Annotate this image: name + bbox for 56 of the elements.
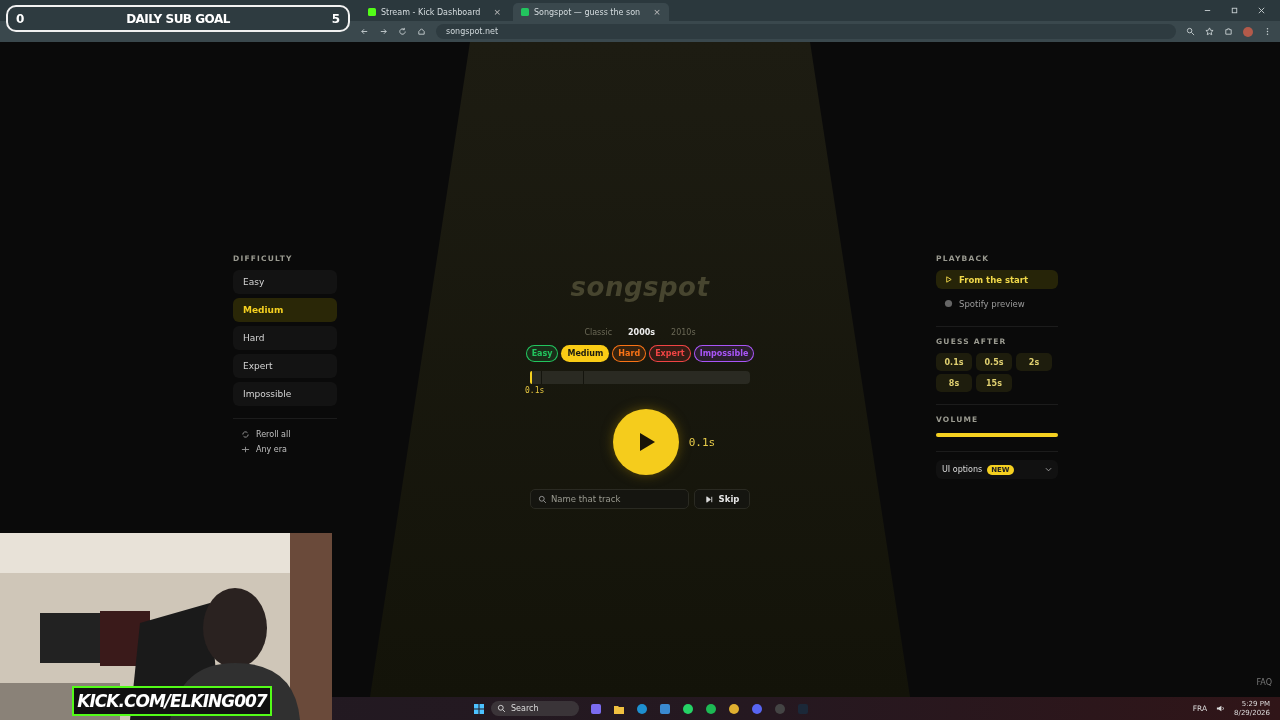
difficulty-option[interactable]: Hard — [233, 326, 337, 350]
favicon-icon — [368, 8, 376, 16]
difficulty-option[interactable]: Medium — [233, 298, 337, 322]
back-icon — [360, 27, 369, 36]
playback-option[interactable]: From the start — [936, 270, 1058, 289]
chevron-icon — [1045, 467, 1052, 472]
guess-time-option[interactable]: 15s — [976, 374, 1012, 392]
search-icon — [538, 495, 547, 504]
difficulty-chip[interactable]: Medium — [561, 345, 610, 362]
difficulty-chip[interactable]: Hard — [612, 345, 647, 362]
maximize-icon — [1230, 6, 1239, 15]
play-duration: 0.1s — [688, 435, 716, 449]
circle-icon — [944, 299, 953, 308]
favicon-icon — [520, 8, 529, 16]
era-tab[interactable]: 2000s — [628, 328, 656, 337]
zoom-icon — [1186, 27, 1195, 36]
playback-option[interactable]: Spotify preview — [936, 294, 1058, 313]
address-bar[interactable]: songspot.net — [436, 24, 1176, 39]
play-icon — [944, 275, 953, 284]
browser-tab[interactable]: Stream - Kick Dashboard × — [360, 3, 509, 21]
difficulty-option[interactable]: Easy — [233, 270, 337, 294]
cross-icon — [241, 445, 250, 454]
windows-icon[interactable] — [473, 702, 485, 715]
volume-slider[interactable] — [936, 433, 1058, 437]
faq-link[interactable]: FAQ — [1256, 678, 1272, 687]
browser-tab[interactable]: Songspot — guess the son × — [512, 3, 669, 21]
era-button[interactable]: Any era — [233, 442, 337, 457]
difficulty-option[interactable]: Impossible — [233, 382, 337, 406]
guess-time-option[interactable]: 0.5s — [976, 353, 1012, 371]
tab-close-button[interactable]: × — [653, 7, 661, 17]
reroll-button[interactable]: Reroll all — [233, 427, 337, 442]
forward-icon — [379, 27, 388, 36]
difficulty-chip[interactable]: Impossible — [693, 345, 755, 362]
difficulty-chip[interactable]: Easy — [525, 345, 559, 362]
reload-icon — [398, 27, 407, 36]
goal-title: DAILY SUB GOAL — [126, 11, 230, 26]
guess-time-option[interactable]: 0.1s — [936, 353, 972, 371]
guess-time-option[interactable]: 2s — [1016, 353, 1052, 371]
goal-count: 0 — [16, 11, 25, 26]
skip-button[interactable]: Skip — [694, 489, 750, 509]
guess-time-option[interactable]: 8s — [936, 374, 972, 392]
stream-banner: KICK.COM/ELKING007 — [72, 686, 272, 716]
difficulty-option[interactable]: Expert — [233, 354, 337, 378]
goal-target: 5 — [331, 11, 340, 26]
difficulty-chip[interactable]: Expert — [649, 345, 691, 362]
speaker-icon — [1216, 704, 1226, 713]
taskbar-search[interactable]: Search — [491, 701, 579, 716]
star-icon — [1205, 27, 1214, 36]
refresh-icon — [241, 430, 250, 439]
home-icon — [417, 27, 426, 36]
search-icon — [497, 704, 506, 713]
skip-icon — [704, 494, 714, 504]
time-marker: 0.1s — [525, 386, 545, 395]
search-field[interactable]: Name that track — [530, 489, 689, 509]
tab-close-button[interactable]: × — [493, 7, 501, 17]
close-icon — [1257, 6, 1266, 15]
